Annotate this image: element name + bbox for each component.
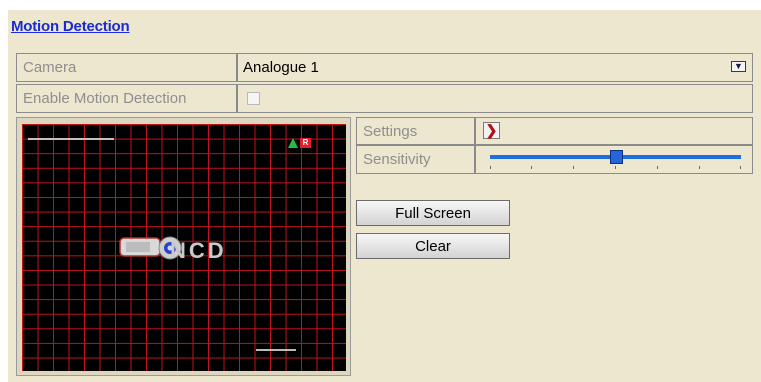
- osd-camera-text: [256, 349, 296, 351]
- osd-date-text: [28, 138, 114, 140]
- enable-motion-checkbox[interactable]: [247, 92, 260, 105]
- slider-tick: [490, 166, 491, 169]
- slider-tick: [740, 166, 741, 169]
- enable-motion-label: Enable Motion Detection: [16, 84, 237, 113]
- record-r-icon: R: [300, 138, 311, 148]
- camera-value: Analogue 1: [243, 59, 319, 76]
- settings-row: [475, 117, 753, 145]
- slider-tick: [657, 166, 658, 169]
- camera-select[interactable]: Analogue 1 ▼: [237, 53, 753, 82]
- slider-tick: [531, 166, 532, 169]
- settings-arrow-button[interactable]: ❯: [483, 122, 500, 139]
- full-screen-button[interactable]: Full Screen: [356, 200, 510, 226]
- chevron-down-icon[interactable]: ▼: [731, 61, 746, 72]
- alarm-a-icon: [288, 138, 298, 148]
- camera-label: Camera: [16, 53, 237, 82]
- settings-label: Settings: [356, 117, 475, 145]
- slider-tick: [615, 166, 616, 169]
- slider-tick: [699, 166, 700, 169]
- sensitivity-label: Sensitivity: [356, 145, 475, 174]
- clear-button[interactable]: Clear: [356, 233, 510, 259]
- sensitivity-slider-thumb[interactable]: [609, 150, 623, 164]
- slider-tick: [573, 166, 574, 169]
- page-title[interactable]: Motion Detection: [11, 18, 130, 35]
- enable-motion-row: [237, 84, 753, 113]
- ncd-watermark: NCD: [170, 238, 227, 263]
